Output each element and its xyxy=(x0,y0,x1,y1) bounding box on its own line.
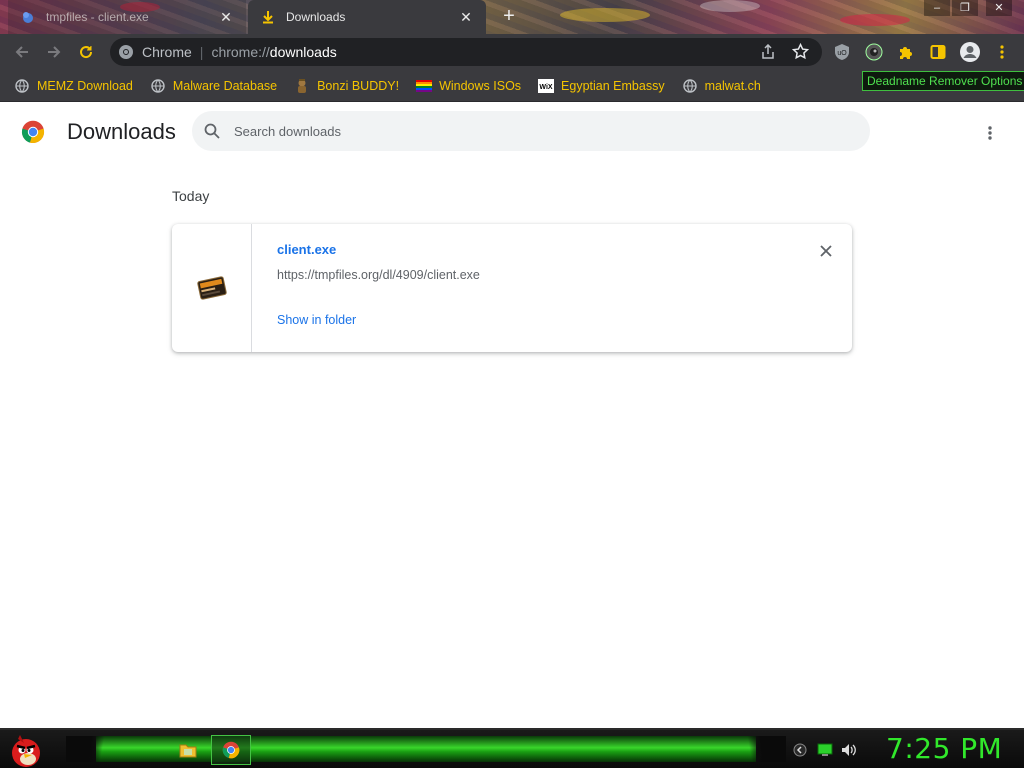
back-button[interactable] xyxy=(10,40,34,64)
bookmark-egyptian-embassy[interactable]: WiX Egyptian Embassy xyxy=(538,78,665,94)
background-paint-splatter xyxy=(840,14,910,26)
avatar-icon xyxy=(960,42,980,62)
download-item-card: client.exe https://tmpfiles.org/dl/4909/… xyxy=(172,224,852,352)
date-section-label: Today xyxy=(172,188,210,204)
new-tab-button[interactable]: + xyxy=(498,6,520,28)
rainbow-flag-icon xyxy=(416,78,433,94)
exe-file-icon xyxy=(196,276,227,300)
bookmark-malwatch[interactable]: malwat.ch xyxy=(682,78,761,94)
extensions-puzzle-button[interactable] xyxy=(894,40,918,64)
forward-button[interactable] xyxy=(42,40,66,64)
bookmark-windows-isos[interactable]: Windows ISOs xyxy=(416,78,521,94)
wix-icon: WiX xyxy=(538,78,555,94)
browser-menu-button[interactable] xyxy=(990,40,1014,64)
show-in-folder-link[interactable]: Show in folder xyxy=(277,313,356,327)
folder-icon xyxy=(179,744,197,758)
url-scheme: chrome:// xyxy=(211,44,270,60)
chrome-logo-icon xyxy=(222,741,240,759)
svg-text:WiX: WiX xyxy=(539,84,552,91)
bonzi-icon xyxy=(294,78,310,94)
address-bar[interactable]: Chrome | chrome://downloads xyxy=(110,38,822,66)
taskbar-chrome[interactable] xyxy=(211,735,251,765)
kebab-menu-icon xyxy=(1000,45,1004,59)
reload-button[interactable] xyxy=(74,40,98,64)
window-close-button[interactable]: ✕ xyxy=(986,0,1012,16)
file-name-link[interactable]: client.exe xyxy=(277,242,336,257)
restore-button[interactable]: ❐ xyxy=(952,0,978,16)
browser-toolbar: Chrome | chrome://downloads uO xyxy=(0,34,1024,70)
back-arrow-icon xyxy=(15,46,28,58)
bookmark-bonzi-buddy[interactable]: Bonzi BUDDY! xyxy=(294,78,399,94)
tmpfiles-favicon-icon xyxy=(20,9,36,25)
eye-camera-icon xyxy=(865,43,883,61)
extension-ublock-button[interactable]: uO xyxy=(830,40,854,64)
chrome-logo-icon xyxy=(119,45,133,59)
bookmark-label: Bonzi BUDDY! xyxy=(317,78,400,93)
volume-icon[interactable] xyxy=(841,742,857,758)
reload-icon xyxy=(80,46,93,59)
downloads-header: Downloads xyxy=(0,103,1024,159)
minimize-button[interactable]: – xyxy=(924,0,950,16)
tab-title: Downloads xyxy=(286,10,346,24)
close-icon[interactable]: ✕ xyxy=(218,9,234,26)
background-paint-splatter xyxy=(560,8,650,22)
extension-camera-button[interactable] xyxy=(862,40,886,64)
globe-icon xyxy=(682,78,698,94)
profile-button[interactable] xyxy=(958,40,982,64)
tray-chevron-icon[interactable] xyxy=(792,742,808,758)
search-icon xyxy=(204,123,220,139)
bookmark-label: Malware Database xyxy=(172,78,278,93)
svg-text:uO: uO xyxy=(837,50,847,57)
tab-strip: tmpfiles - client.exe ✕ Downloads ✕ + – … xyxy=(0,0,1024,34)
start-button[interactable] xyxy=(6,731,48,767)
background-paint-splatter xyxy=(700,0,760,12)
puzzle-icon xyxy=(900,47,912,59)
omnibox-separator: | xyxy=(199,44,204,60)
angry-bird-start-icon xyxy=(12,735,40,767)
extension-tooltip: Deadname Remover Options xyxy=(862,71,1024,91)
bookmark-label: malwat.ch xyxy=(704,78,761,93)
chrome-logo-icon xyxy=(21,120,45,144)
globe-icon xyxy=(150,78,166,94)
file-source-url[interactable]: https://tmpfiles.org/dl/4909/client.exe xyxy=(277,268,480,282)
globe-icon xyxy=(14,78,30,94)
bookmark-star-icon[interactable] xyxy=(791,42,810,63)
bookmark-malware-database[interactable]: Malware Database xyxy=(150,78,277,94)
site-label: Chrome xyxy=(142,44,192,60)
close-icon[interactable]: ✕ xyxy=(458,9,474,26)
bookmark-label: MEMZ Download xyxy=(37,78,133,93)
ublock-shield-icon: uO xyxy=(835,44,849,60)
tab-downloads[interactable]: Downloads ✕ xyxy=(248,0,486,34)
kebab-menu-icon xyxy=(988,126,992,140)
url-host: downloads xyxy=(269,44,337,60)
download-favicon-icon xyxy=(260,9,276,25)
file-icon-cell xyxy=(172,224,252,352)
share-icon[interactable] xyxy=(760,43,776,63)
bookmark-label: Egyptian Embassy xyxy=(561,78,665,93)
remove-download-button[interactable] xyxy=(816,241,836,261)
tab-tmpfiles[interactable]: tmpfiles - client.exe ✕ xyxy=(8,0,246,34)
taskbar-file-explorer[interactable] xyxy=(168,735,208,765)
network-monitor-icon[interactable] xyxy=(817,742,833,758)
site-info[interactable]: Chrome xyxy=(118,44,192,60)
bookmark-label: Windows ISOs xyxy=(439,78,522,93)
taskbar: 7:25 PM xyxy=(0,728,1024,768)
search-box[interactable] xyxy=(192,111,870,151)
downloads-menu-button[interactable] xyxy=(978,121,1002,145)
bookmark-memz-download[interactable]: MEMZ Download xyxy=(14,78,133,94)
close-icon xyxy=(820,245,832,257)
side-panel-icon xyxy=(930,45,946,59)
tab-title: tmpfiles - client.exe xyxy=(46,10,149,24)
page-title: Downloads xyxy=(67,119,176,144)
search-input[interactable] xyxy=(234,123,834,139)
side-panel-button[interactable] xyxy=(926,40,950,64)
forward-arrow-icon xyxy=(48,46,61,58)
taskbar-clock[interactable]: 7:25 PM xyxy=(886,732,1002,765)
